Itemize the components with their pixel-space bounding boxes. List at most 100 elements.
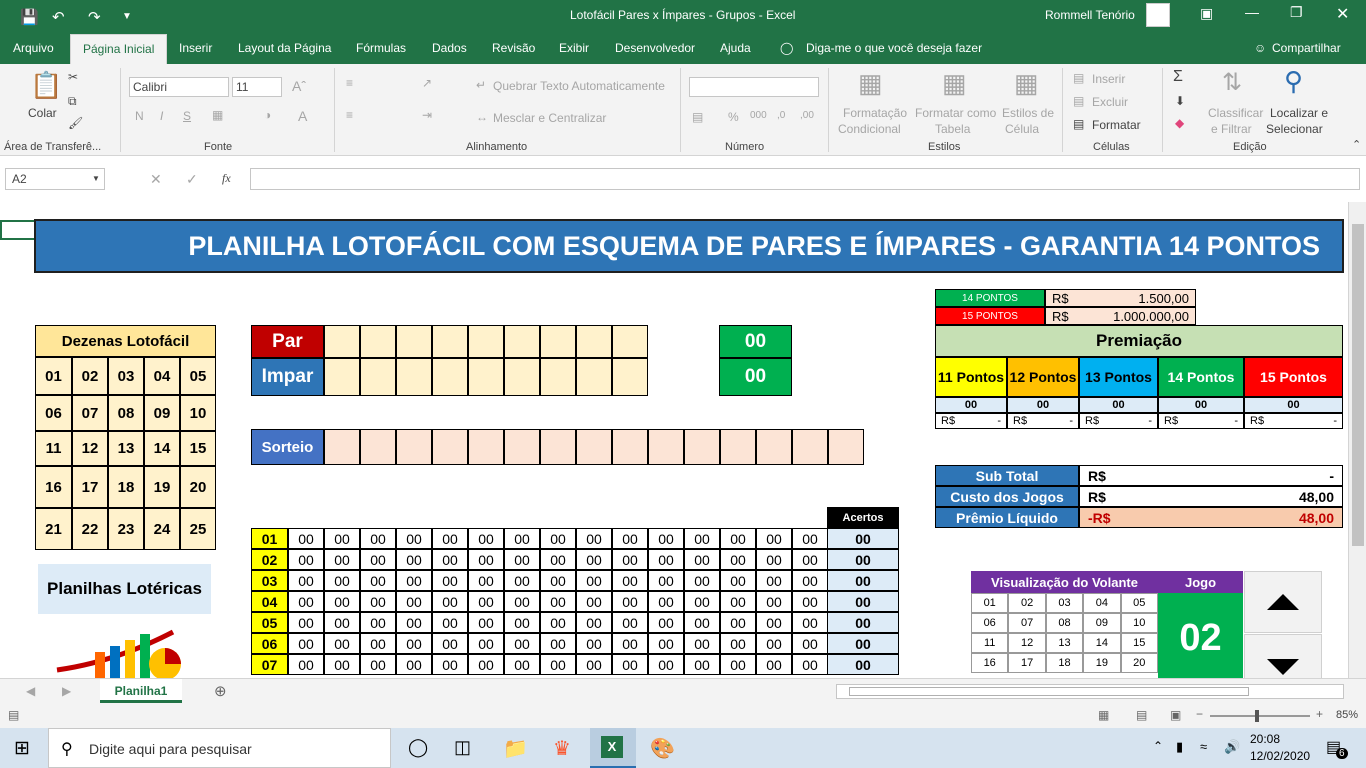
game-number-cell[interactable]: 00 (792, 654, 828, 675)
game-number-cell[interactable]: 00 (756, 654, 792, 675)
conditional-format-icon[interactable]: ▦ (858, 68, 883, 99)
worksheet[interactable]: PLANILHA LOTOFÁCIL COM ESQUEMA DE PARES … (0, 202, 1348, 678)
par-cell[interactable] (612, 325, 648, 358)
next-sheet-icon[interactable]: ▶ (62, 684, 71, 698)
game-number-cell[interactable]: 00 (504, 612, 540, 633)
game-number-cell[interactable]: 00 (684, 528, 720, 549)
game-number-cell[interactable]: 00 (648, 633, 684, 654)
game-number-cell[interactable]: 00 (432, 549, 468, 570)
sorteio-cell[interactable] (432, 429, 468, 465)
taskbar-search[interactable]: ⚲ Digite aqui para pesquisar (48, 728, 391, 768)
zoom-level[interactable]: 85% (1336, 709, 1358, 721)
game-number-cell[interactable]: 00 (684, 591, 720, 612)
page-break-icon[interactable]: ▣ (1170, 708, 1181, 722)
game-number-cell[interactable]: 00 (684, 612, 720, 633)
game-number-cell[interactable]: 00 (756, 549, 792, 570)
game-number-cell[interactable]: 00 (468, 612, 504, 633)
find-select-button[interactable]: Localizar e (1270, 106, 1328, 120)
game-number-cell[interactable]: 00 (612, 570, 648, 591)
game-number-cell[interactable]: 00 (288, 549, 324, 570)
orientation-icon[interactable]: ↗ (422, 76, 432, 90)
increase-decimal-icon[interactable]: ,0 (777, 110, 785, 121)
percent-icon[interactable]: % (728, 110, 739, 124)
game-number-cell[interactable]: 00 (288, 612, 324, 633)
impar-cell[interactable] (612, 358, 648, 396)
tab-exibir[interactable]: Exibir (559, 41, 589, 55)
user-name[interactable]: Rommell Tenório (1045, 8, 1135, 22)
volume-icon[interactable]: 🔊 (1224, 739, 1240, 755)
par-cell[interactable] (324, 325, 360, 358)
impar-cell[interactable] (576, 358, 612, 396)
fill-color-icon[interactable]: ◑ (264, 108, 271, 122)
normal-view-icon[interactable]: ▦ (1098, 708, 1109, 722)
game-number-cell[interactable]: 00 (288, 570, 324, 591)
game-number-cell[interactable]: 00 (324, 654, 360, 675)
game-number-cell[interactable]: 00 (612, 591, 648, 612)
game-number-cell[interactable]: 00 (540, 570, 576, 591)
delete-cells-button[interactable]: Excluir (1092, 95, 1128, 109)
game-number-cell[interactable]: 00 (396, 654, 432, 675)
sorteio-cell[interactable] (324, 429, 360, 465)
sorteio-cell[interactable] (792, 429, 828, 465)
impar-cell[interactable] (540, 358, 576, 396)
game-number-cell[interactable]: 00 (504, 633, 540, 654)
sorteio-cell[interactable] (360, 429, 396, 465)
format-painter-icon[interactable]: 🖌 (68, 116, 83, 130)
game-number-cell[interactable]: 00 (648, 570, 684, 591)
font-name-select[interactable]: Calibri (129, 77, 229, 97)
clock-date[interactable]: 12/02/2020 (1250, 749, 1310, 763)
spin-up-button[interactable] (1244, 571, 1322, 633)
game-number-cell[interactable]: 00 (576, 528, 612, 549)
spin-down-button[interactable] (1244, 634, 1322, 678)
game-number-cell[interactable]: 00 (360, 633, 396, 654)
game-number-cell[interactable]: 00 (468, 633, 504, 654)
tab-layout[interactable]: Layout da Página (238, 41, 331, 55)
clear-icon[interactable]: ◆ (1175, 116, 1184, 130)
collapse-ribbon-icon[interactable]: ⌃ (1352, 138, 1361, 151)
tab-arquivo[interactable]: Arquivo (13, 41, 54, 55)
sorteio-cell[interactable] (684, 429, 720, 465)
game-number-cell[interactable]: 00 (540, 633, 576, 654)
par-cell[interactable] (360, 325, 396, 358)
tell-me-input[interactable]: Diga-me o que você deseja fazer (806, 41, 982, 55)
game-number-cell[interactable]: 00 (720, 549, 756, 570)
par-cell[interactable] (576, 325, 612, 358)
sorteio-cell[interactable] (648, 429, 684, 465)
game-number-cell[interactable]: 00 (612, 633, 648, 654)
sorteio-cell[interactable] (756, 429, 792, 465)
sorteio-cell[interactable] (504, 429, 540, 465)
game-number-cell[interactable]: 00 (612, 612, 648, 633)
game-number-cell[interactable]: 00 (792, 570, 828, 591)
game-number-cell[interactable]: 00 (504, 528, 540, 549)
game-number-cell[interactable]: 00 (684, 633, 720, 654)
impar-cell[interactable] (432, 358, 468, 396)
format-table-button[interactable]: Formatar como (915, 106, 996, 120)
tab-desenvolvedor[interactable]: Desenvolvedor (615, 41, 695, 55)
add-sheet-icon[interactable]: ⊕ (214, 682, 227, 700)
decrease-decimal-icon[interactable]: ,00 (800, 110, 814, 121)
game-number-cell[interactable]: 00 (720, 528, 756, 549)
game-number-cell[interactable]: 00 (288, 528, 324, 549)
game-number-cell[interactable]: 00 (288, 591, 324, 612)
game-number-cell[interactable]: 00 (396, 612, 432, 633)
format-cells-icon[interactable]: ▤ (1073, 117, 1084, 131)
game-number-cell[interactable]: 00 (792, 591, 828, 612)
scroll-thumb[interactable] (1352, 224, 1364, 546)
game-number-cell[interactable]: 00 (324, 528, 360, 549)
game-number-cell[interactable]: 00 (360, 612, 396, 633)
game-number-cell[interactable]: 00 (720, 654, 756, 675)
game-number-cell[interactable]: 00 (576, 633, 612, 654)
avatar[interactable] (1146, 3, 1170, 27)
grow-font-icon[interactable]: Aˆ (292, 78, 306, 94)
fill-icon[interactable]: ⬇ (1175, 94, 1185, 108)
wrap-text-icon[interactable]: ↵ (476, 78, 486, 92)
game-number-cell[interactable]: 00 (396, 591, 432, 612)
save-icon[interactable]: 💾 (20, 8, 39, 26)
sort-filter-button[interactable]: Classificar (1208, 106, 1263, 120)
sorteio-cell[interactable] (540, 429, 576, 465)
enter-icon[interactable]: ✓ (186, 171, 198, 188)
game-number-cell[interactable]: 00 (756, 591, 792, 612)
game-number-cell[interactable]: 00 (324, 612, 360, 633)
game-number-cell[interactable]: 00 (324, 633, 360, 654)
game-number-cell[interactable]: 00 (720, 612, 756, 633)
